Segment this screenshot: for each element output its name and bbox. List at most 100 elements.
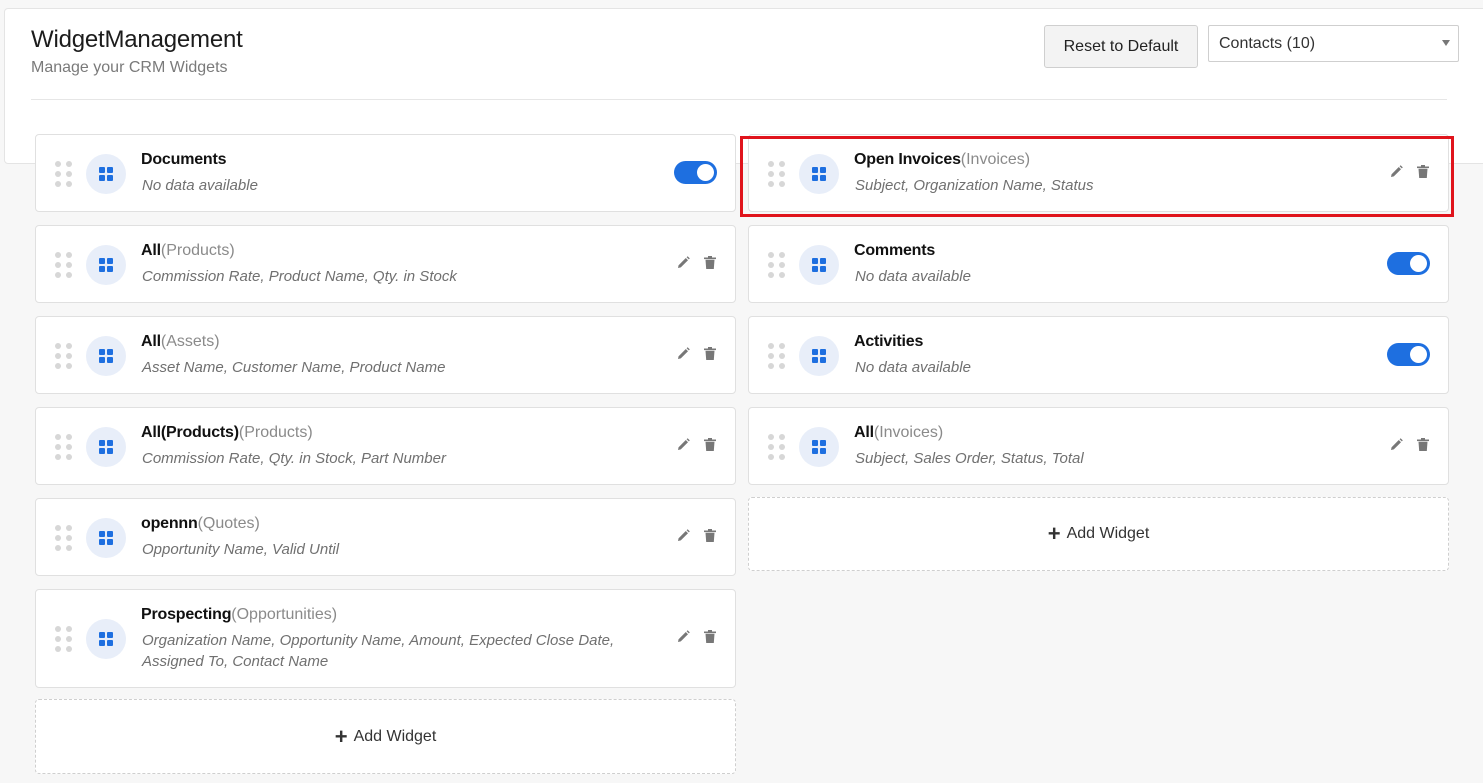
widget-fields: No data available xyxy=(855,359,971,376)
trash-icon[interactable] xyxy=(703,528,717,542)
widget-card-2: All(Assets) Asset Name, Customer Name, P… xyxy=(35,316,736,394)
drag-handle-icon[interactable] xyxy=(55,161,73,187)
widget-actions xyxy=(676,255,717,269)
pencil-icon[interactable] xyxy=(676,346,690,360)
grid-icon xyxy=(86,245,126,285)
reset-to-default-button[interactable]: Reset to Default xyxy=(1044,25,1198,68)
toggle-knob xyxy=(1410,346,1427,363)
grid-icon xyxy=(86,154,126,194)
widget-actions xyxy=(1389,437,1430,451)
widget-card-5: Prospecting(Opportunities) Organization … xyxy=(35,589,736,688)
chevron-down-icon xyxy=(1442,40,1450,46)
drag-handle-icon[interactable] xyxy=(768,252,786,278)
widget-title: Comments xyxy=(854,242,935,260)
widget-name: Open Invoices xyxy=(854,151,961,168)
widget-card-0: Open Invoices(Invoices) Subject, Organiz… xyxy=(748,134,1449,212)
add-widget-label: Add Widget xyxy=(1066,525,1150,542)
toggle-knob xyxy=(697,164,714,181)
widget-fields: Asset Name, Customer Name, Product Name xyxy=(142,359,446,376)
widget-module: (Invoices) xyxy=(873,424,944,441)
widget-module: (Products) xyxy=(160,242,235,259)
widget-enable-toggle[interactable] xyxy=(1387,252,1430,275)
widget-enable-toggle[interactable] xyxy=(674,161,717,184)
widget-card-3: All(Products)(Products) Commission Rate,… xyxy=(35,407,736,485)
widget-enable-toggle[interactable] xyxy=(1387,343,1430,366)
widget-fields: No data available xyxy=(855,268,971,285)
add-widget-button[interactable]: + Add Widget xyxy=(35,699,736,774)
trash-icon[interactable] xyxy=(703,255,717,269)
trash-icon[interactable] xyxy=(703,346,717,360)
widget-name: Prospecting xyxy=(141,606,232,623)
page-title: WidgetManagement xyxy=(31,26,243,53)
pencil-icon[interactable] xyxy=(676,629,690,643)
widget-card-0: Documents No data available xyxy=(35,134,736,212)
widget-card-3: All(Invoices) Subject, Sales Order, Stat… xyxy=(748,407,1449,485)
widget-fields: Organization Name, Opportunity Name, Amo… xyxy=(142,632,615,670)
drag-handle-icon[interactable] xyxy=(55,252,73,278)
trash-icon[interactable] xyxy=(703,629,717,643)
module-select-value: Contacts (10) xyxy=(1219,34,1316,52)
trash-icon[interactable] xyxy=(703,437,717,451)
grid-icon xyxy=(86,336,126,376)
widget-card-1: Comments No data available xyxy=(748,225,1449,303)
pencil-icon[interactable] xyxy=(676,528,690,542)
widget-title: Prospecting(Opportunities) xyxy=(141,606,337,624)
widget-name: Comments xyxy=(854,242,936,259)
widget-name: All xyxy=(141,242,161,259)
trash-icon[interactable] xyxy=(1416,164,1430,178)
widget-fields: Commission Rate, Product Name, Qty. in S… xyxy=(142,268,457,285)
widget-fields: No data available xyxy=(142,177,258,194)
widget-name: All xyxy=(854,424,874,441)
widget-title: All(Products) xyxy=(141,242,235,260)
drag-handle-icon[interactable] xyxy=(55,626,73,652)
widget-actions xyxy=(676,629,717,643)
widget-fields: Subject, Sales Order, Status, Total xyxy=(855,450,1084,467)
pencil-icon[interactable] xyxy=(676,437,690,451)
header-divider xyxy=(31,99,1447,100)
module-select[interactable]: Contacts (10) xyxy=(1208,25,1459,62)
widget-module: (Assets) xyxy=(160,333,220,350)
widget-name: opennn xyxy=(141,515,198,532)
widget-module: (Products) xyxy=(238,424,313,441)
pencil-icon[interactable] xyxy=(676,255,690,269)
widget-title: All(Invoices) xyxy=(854,424,943,442)
plus-icon: + xyxy=(334,723,348,749)
grid-icon xyxy=(799,427,839,467)
drag-handle-icon[interactable] xyxy=(768,161,786,187)
widget-module: (Opportunities) xyxy=(231,606,338,623)
widget-title: All(Products)(Products) xyxy=(141,424,313,442)
widget-fields: Opportunity Name, Valid Until xyxy=(142,541,340,558)
drag-handle-icon[interactable] xyxy=(768,434,786,460)
drag-handle-icon[interactable] xyxy=(55,525,73,551)
drag-handle-icon[interactable] xyxy=(55,434,73,460)
plus-icon: + xyxy=(1047,521,1061,546)
add-widget-label: Add Widget xyxy=(353,727,437,745)
pencil-icon[interactable] xyxy=(1389,437,1403,451)
widget-name: All(Products) xyxy=(141,424,239,441)
grid-icon xyxy=(799,154,839,194)
widget-title: Open Invoices(Invoices) xyxy=(854,151,1030,169)
add-widget-button[interactable]: + Add Widget xyxy=(748,497,1449,571)
widget-actions xyxy=(1389,164,1430,178)
toggle-knob xyxy=(1410,255,1427,272)
drag-handle-icon[interactable] xyxy=(768,343,786,369)
page-subtitle: Manage your CRM Widgets xyxy=(31,59,228,76)
widget-title: opennn(Quotes) xyxy=(141,515,260,533)
widget-module: (Quotes) xyxy=(197,515,260,532)
widget-name: All xyxy=(141,333,161,350)
widget-name: Activities xyxy=(854,333,924,350)
widget-actions xyxy=(676,346,717,360)
grid-icon xyxy=(86,619,126,659)
widget-title: Documents xyxy=(141,151,227,169)
widget-actions xyxy=(676,437,717,451)
drag-handle-icon[interactable] xyxy=(55,343,73,369)
widget-module: (Invoices) xyxy=(960,151,1031,168)
widget-card-2: Activities No data available xyxy=(748,316,1449,394)
pencil-icon[interactable] xyxy=(1389,164,1403,178)
grid-icon xyxy=(799,336,839,376)
widget-fields: Commission Rate, Qty. in Stock, Part Num… xyxy=(142,450,446,467)
widget-title: Activities xyxy=(854,333,923,351)
grid-icon xyxy=(86,427,126,467)
trash-icon[interactable] xyxy=(1416,437,1430,451)
widget-card-1: All(Products) Commission Rate, Product N… xyxy=(35,225,736,303)
